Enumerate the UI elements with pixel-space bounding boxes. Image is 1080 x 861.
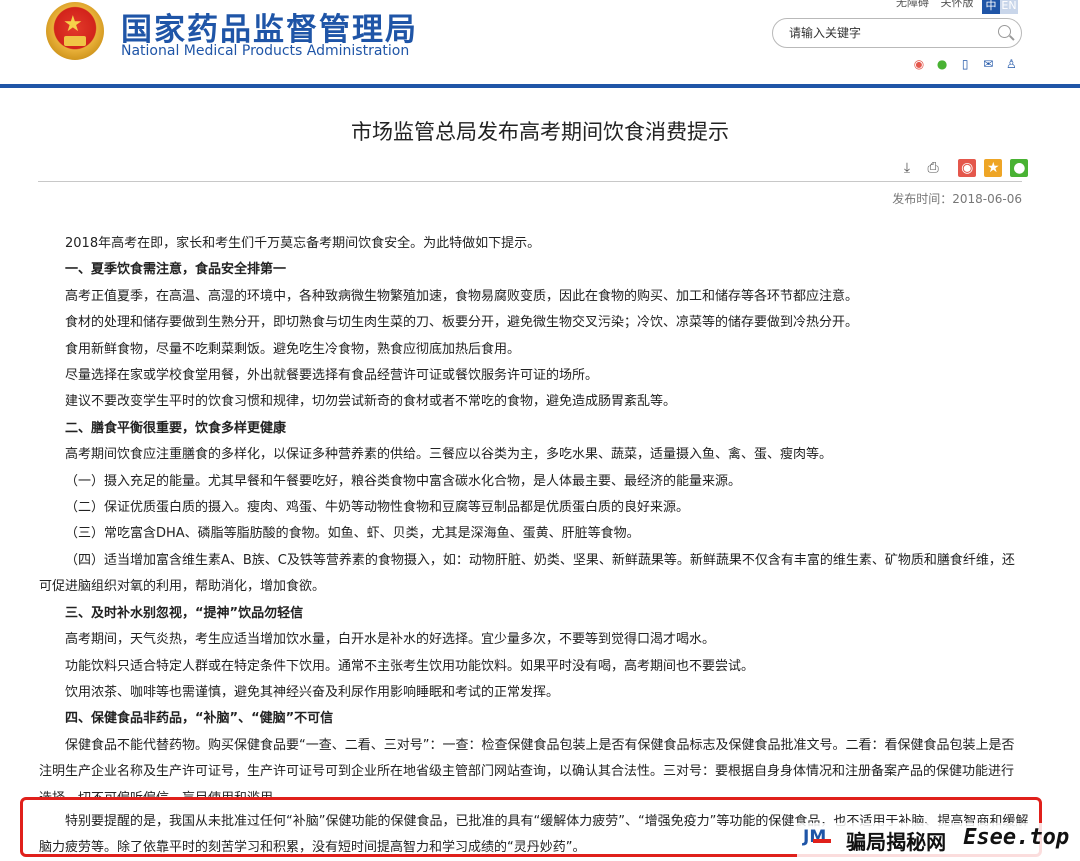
paragraph: 功能饮料只适合特定人群或在特定条件下饮用。通常不主张考生饮用功能饮料。如果平时没…	[65, 658, 755, 674]
wechat-icon[interactable]: ●	[935, 57, 949, 71]
publish-date-value: 2018-06-06	[952, 192, 1022, 206]
paragraph: 建议不要改变学生平时的饮食习惯和规律，切勿尝试新奇的食材或者不常吃的食物，避免造…	[65, 394, 677, 410]
watermark-logo: JM	[803, 827, 841, 851]
download-icon[interactable]: ⤓	[898, 159, 916, 177]
paragraph: 饮用浓茶、咖啡等也需谨慎，避免其神经兴奋及利尿作用影响睡眠和考试的正常发挥。	[65, 684, 560, 700]
paragraph: （二）保证优质蛋白质的摄入。瘦肉、鸡蛋、牛奶等动物性食物和豆腐等豆制品都是优质蛋…	[65, 500, 690, 516]
paragraph: 高考期间饮食应注重膳食的多样化，以保证多种营养素的供给。三餐应以谷类为主，多吃水…	[65, 447, 833, 463]
emblem-gate-shape	[64, 36, 86, 46]
care-mode-link[interactable]: 关怀版	[941, 0, 974, 9]
weibo-icon[interactable]: ◉	[912, 57, 926, 71]
weibo-share-icon[interactable]: ◉	[958, 159, 977, 177]
paragraph: 尽量选择在家或学校食堂用餐，外出就餐要选择有食品经营许可证或餐饮服务许可证的场所…	[65, 368, 599, 384]
print-icon[interactable]: ⎙	[924, 159, 942, 177]
national-emblem-logo[interactable]: ★	[46, 2, 104, 60]
paragraph: （四）适当增加富含维生素A、B族、C及铁等营养素的食物摄入，如：动物肝脏、奶类、…	[39, 552, 1015, 595]
search-icon[interactable]	[998, 25, 1011, 38]
watermark-cn-text: 骗局揭秘网	[846, 830, 947, 854]
paragraph: 食材的处理和储存要做到生熟分开，即切熟食与切生肉生菜的刀、板要分开，避免微生物交…	[65, 315, 859, 331]
paragraph: （三）常吃富含DHA、磷脂等脂肪酸的食物。如鱼、虾、贝类，尤其是深海鱼、蛋黄、肝…	[65, 526, 640, 542]
title-divider	[38, 181, 1022, 182]
article-tools: ⤓ ⎙ ◉ ★ ●	[898, 157, 1031, 177]
paragraph: （一）摄入充足的能量。尤其早餐和午餐要吃好，粮谷类食物中富含碳水化合物，是人体最…	[65, 473, 742, 489]
lang-cn-button[interactable]: 中	[982, 0, 1000, 14]
site-name-en[interactable]: National Medical Products Administration	[121, 43, 409, 59]
star-icon: ★	[63, 12, 83, 37]
paragraph: 2018年高考在即，家长和考生们千万莫忘备考期间饮食安全。为此特做如下提示。	[65, 236, 541, 251]
favorite-icon[interactable]: ★	[984, 159, 1003, 177]
search-box	[772, 18, 1022, 48]
article-title: 市场监管总局发布高考期间饮食消费提示	[351, 120, 729, 144]
header-divider-bar	[0, 84, 1080, 88]
publish-date: 发布时间：2018-06-06	[892, 190, 1022, 207]
social-links: ◉ ● ▯ ✉ ♙	[912, 53, 1022, 72]
section-heading: 一、夏季饮食需注意，食品安全排第一	[65, 262, 287, 278]
paragraph: 高考期间，天气炎热，考生应适当增加饮水量，白开水是补水的好选择。宜少量多次，不要…	[65, 632, 716, 648]
section-heading: 四、保健食品非药品，“补脑”、“健脑”不可信	[65, 711, 334, 727]
paragraph: 食用新鲜食物，尽量不吃剩菜剩饭。避免吃生冷食物，熟食应彻底加热后食用。	[65, 341, 521, 357]
section-heading: 二、膳食平衡很重要，饮食多样更健康	[65, 420, 287, 436]
language-switch: 中 EN	[982, 0, 1018, 14]
mail-icon[interactable]: ✉	[981, 57, 995, 71]
mobile-icon[interactable]: ▯	[958, 57, 972, 71]
top-links: 无障碍 关怀版	[896, 0, 982, 10]
paragraph: 高考正值夏季，在高温、高湿的环境中，各种致病微生物繁殖加速，食物易腐败变质，因此…	[65, 288, 859, 304]
lang-en-button[interactable]: EN	[1000, 0, 1018, 14]
watermark-en-text: Esee.top	[963, 825, 1070, 850]
watermark: JM 骗局揭秘网 Esee.top	[797, 823, 1076, 857]
user-icon[interactable]: ♙	[1004, 57, 1018, 71]
wechat-share-icon[interactable]: ●	[1010, 159, 1029, 177]
article-body: 2018年高考在即，家长和考生们千万莫忘备考期间饮食安全。为此特做如下提示。 一…	[39, 231, 1025, 812]
publish-date-label: 发布时间：	[892, 192, 953, 206]
accessibility-link[interactable]: 无障碍	[896, 0, 929, 9]
section-heading: 三、及时补水别忽视，“提神”饮品勿轻信	[65, 605, 304, 621]
search-input[interactable]	[787, 25, 991, 41]
